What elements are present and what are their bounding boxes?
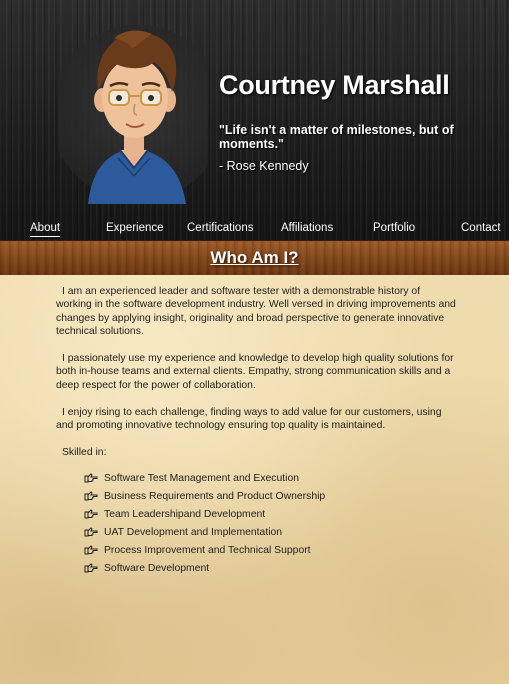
nav-item-affiliations[interactable]: Affiliations (281, 222, 333, 234)
quote-author: - Rose Kennedy (219, 159, 309, 173)
skill-label: Team Leadershipand Development (104, 508, 266, 520)
list-item: Process Improvement and Technical Suppor… (84, 541, 325, 559)
skills-heading: Skilled in: (62, 447, 107, 458)
pointing-hand-icon (84, 527, 98, 537)
nav-item-about[interactable]: About (30, 222, 61, 237)
skills-list: Software Test Management and Execution B… (84, 469, 325, 577)
list-item: Software Development (84, 559, 325, 577)
pointing-hand-icon (84, 563, 98, 573)
about-content: I am an experienced leader and software … (0, 275, 509, 684)
list-item: Business Requirements and Product Owners… (84, 487, 325, 505)
list-item: UAT Development and Implementation (84, 523, 325, 541)
about-paragraph: I enjoy rising to each challenge, findin… (56, 407, 442, 432)
pointing-hand-icon (84, 509, 98, 519)
profile-header: Courtney Marshall "Life isn't a matter o… (0, 0, 509, 240)
nav-item-contact[interactable]: Contact (461, 222, 501, 234)
nav-item-portfolio[interactable]: Portfolio (373, 222, 415, 234)
nav-item-experience[interactable]: Experience (106, 222, 164, 234)
skill-label: Software Test Management and Execution (104, 472, 300, 484)
skill-label: UAT Development and Implementation (104, 526, 283, 538)
pointing-hand-icon (84, 545, 98, 555)
about-paragraph: I passionately use my experience and kno… (56, 353, 454, 391)
profile-quote: "Life isn't a matter of milestones, but … (219, 123, 454, 151)
pointing-hand-icon (84, 491, 98, 501)
list-item: Team Leadershipand Development (84, 505, 325, 523)
profile-name: Courtney Marshall (219, 70, 450, 100)
list-item: Software Test Management and Execution (84, 469, 325, 487)
pointing-hand-icon (84, 473, 98, 483)
nav-item-certifications[interactable]: Certifications (187, 222, 253, 234)
main-nav: About Experience Certifications Affiliat… (0, 218, 509, 240)
section-header-bar: Who Am I? (0, 240, 509, 276)
avatar (58, 25, 208, 204)
skill-label: Business Requirements and Product Owners… (104, 490, 326, 502)
skill-label: Process Improvement and Technical Suppor… (104, 544, 311, 556)
section-title: Who Am I? (210, 248, 299, 267)
skill-label: Software Development (104, 562, 210, 574)
about-paragraph: I am an experienced leader and software … (56, 286, 456, 337)
